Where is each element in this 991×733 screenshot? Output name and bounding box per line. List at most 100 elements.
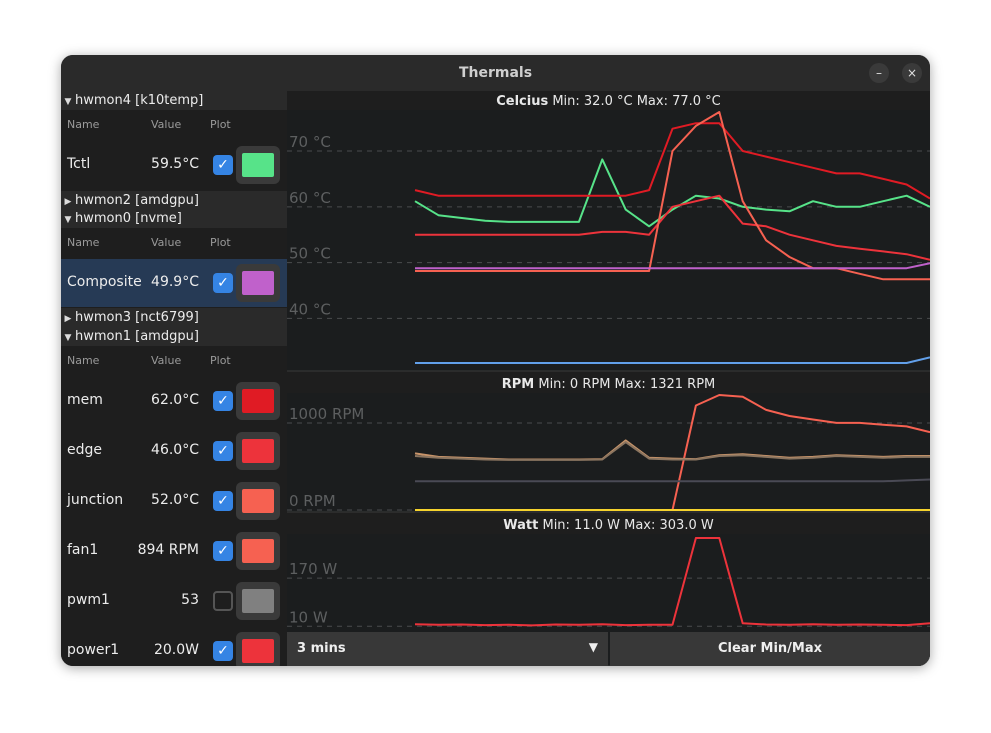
column-header-row: Name Value Plot <box>61 230 287 254</box>
sensor-name: Tctl <box>67 156 91 172</box>
plot-checkbox[interactable] <box>213 591 233 611</box>
thermals-window: Thermals – × ▼ hwmon4 [k10temp] Name Valu… <box>61 55 930 666</box>
sensor-row-power1[interactable]: power1 20.0W ✓ <box>61 627 287 666</box>
minimize-button[interactable]: – <box>869 63 889 83</box>
group-hwmon3[interactable]: ▶ hwmon3 [nct6799] <box>61 308 287 327</box>
color-button[interactable] <box>236 264 280 302</box>
column-header-row: Name Value Plot <box>61 112 287 136</box>
sensor-name: mem <box>67 392 103 408</box>
name-header: Name <box>67 118 100 131</box>
name-header: Name <box>67 236 100 249</box>
sensor-name: pwm1 <box>67 592 110 608</box>
plot-checkbox[interactable]: ✓ <box>213 491 233 511</box>
sensor-row-junction[interactable]: junction 52.0°C ✓ <box>61 477 287 525</box>
chart-summary: Min: 11.0 W Max: 303.0 W <box>538 518 714 533</box>
bottom-bar: 3 mins ▼ Clear Min/Max <box>287 632 930 666</box>
group-hwmon0[interactable]: ▼ hwmon0 [nvme] <box>61 209 287 228</box>
sensor-name: Composite <box>67 274 142 290</box>
plot-checkbox[interactable]: ✓ <box>213 391 233 411</box>
plot-checkbox[interactable]: ✓ <box>213 541 233 561</box>
plot-header: Plot <box>210 118 231 131</box>
chart-title: Watt <box>503 518 538 533</box>
color-button[interactable] <box>236 482 280 520</box>
y-tick-label: 170 W <box>289 560 337 578</box>
color-swatch <box>242 153 274 177</box>
color-swatch <box>242 639 274 663</box>
sensor-name: fan1 <box>67 542 99 558</box>
color-button[interactable] <box>236 582 280 620</box>
color-swatch <box>242 271 274 295</box>
chart-header: RPM Min: 0 RPM Max: 1321 RPM <box>502 377 716 392</box>
sensor-sidebar: ▼ hwmon4 [k10temp] Name Value Plot Tctl 5… <box>61 91 287 666</box>
sensor-row-fan1[interactable]: fan1 894 RPM ✓ <box>61 527 287 575</box>
y-tick-label: 50 °C <box>289 245 331 263</box>
plot-area <box>287 110 930 371</box>
titlebar[interactable]: Thermals – × <box>61 55 930 91</box>
group-label: hwmon3 [nct6799] <box>75 310 199 325</box>
sensor-row-pwm1[interactable]: pwm1 53 <box>61 577 287 625</box>
y-tick-label: 40 °C <box>289 300 331 318</box>
chart-0: Celcius Min: 32.0 °C Max: 77.0 °C 70 °C 60… <box>287 91 930 372</box>
expanded-arrow-icon: ▼ <box>64 215 72 225</box>
chart-1: RPM Min: 0 RPM Max: 1321 RPM 1000 RPM 0 RP… <box>287 374 930 513</box>
color-swatch <box>242 439 274 463</box>
sensor-value: 46.0°C <box>151 442 199 458</box>
color-button[interactable] <box>236 532 280 570</box>
sensor-name: power1 <box>67 642 120 658</box>
group-label: hwmon2 [amdgpu] <box>75 193 199 208</box>
value-header: Value <box>151 118 182 131</box>
sensor-value: 53 <box>181 592 199 608</box>
close-button[interactable]: × <box>902 63 922 83</box>
y-tick-label: 60 °C <box>289 189 331 207</box>
time-range-dropdown[interactable]: 3 mins ▼ <box>287 632 608 666</box>
graphs-panel: Celcius Min: 32.0 °C Max: 77.0 °C 70 °C 60… <box>287 91 930 666</box>
sensor-value: 20.0W <box>153 642 199 658</box>
name-header: Name <box>67 354 100 367</box>
sensor-value: 59.5°C <box>151 156 199 172</box>
expanded-arrow-icon: ▼ <box>64 333 72 343</box>
sensor-row-tctl[interactable]: Tctl 59.5°C ✓ <box>61 141 287 189</box>
sensor-value: 62.0°C <box>151 392 199 408</box>
plot-header: Plot <box>210 354 231 367</box>
sensor-row-mem[interactable]: mem 62.0°C ✓ <box>61 377 287 425</box>
sensor-row-composite[interactable]: Composite 49.9°C ✓ <box>61 259 287 307</box>
color-swatch <box>242 589 274 613</box>
sensor-value: 894 RPM <box>137 542 199 558</box>
clear-min-max-button[interactable]: Clear Min/Max <box>610 632 930 666</box>
sensor-row-edge[interactable]: edge 46.0°C ✓ <box>61 427 287 475</box>
color-button[interactable] <box>236 632 280 666</box>
color-swatch <box>242 489 274 513</box>
sensor-name: junction <box>67 492 124 508</box>
chart-summary: Min: 0 RPM Max: 1321 RPM <box>534 377 715 392</box>
chart-title: RPM <box>502 377 534 392</box>
group-hwmon2[interactable]: ▶ hwmon2 [amdgpu] <box>61 191 287 210</box>
color-button[interactable] <box>236 382 280 420</box>
color-swatch <box>242 389 274 413</box>
color-button[interactable] <box>236 432 280 470</box>
y-tick-label: 70 °C <box>289 133 331 151</box>
group-hwmon4[interactable]: ▼ hwmon4 [k10temp] <box>61 91 287 110</box>
color-swatch <box>242 539 274 563</box>
group-hwmon1[interactable]: ▼ hwmon1 [amdgpu] <box>61 327 287 346</box>
y-tick-label: 10 W <box>289 608 328 626</box>
plot-checkbox[interactable]: ✓ <box>213 641 233 661</box>
chart-header: Celcius Min: 32.0 °C Max: 77.0 °C <box>496 94 721 109</box>
time-range-label: 3 mins <box>297 641 346 656</box>
dropdown-arrow-icon: ▼ <box>588 640 598 654</box>
plot-checkbox[interactable]: ✓ <box>213 441 233 461</box>
plot-checkbox[interactable]: ✓ <box>213 155 233 175</box>
plot-header: Plot <box>210 236 231 249</box>
window-title: Thermals <box>458 65 533 81</box>
sensor-value: 52.0°C <box>151 492 199 508</box>
value-header: Value <box>151 236 182 249</box>
sensor-value: 49.9°C <box>151 274 199 290</box>
value-header: Value <box>151 354 182 367</box>
group-label: hwmon1 [amdgpu] <box>75 329 199 344</box>
column-header-row: Name Value Plot <box>61 348 287 372</box>
y-tick-label: 0 RPM <box>289 492 336 510</box>
plot-checkbox[interactable]: ✓ <box>213 273 233 293</box>
chart-header: Watt Min: 11.0 W Max: 303.0 W <box>503 518 714 533</box>
color-button[interactable] <box>236 146 280 184</box>
chart-title: Celcius <box>496 94 548 109</box>
sensor-name: edge <box>67 442 102 458</box>
